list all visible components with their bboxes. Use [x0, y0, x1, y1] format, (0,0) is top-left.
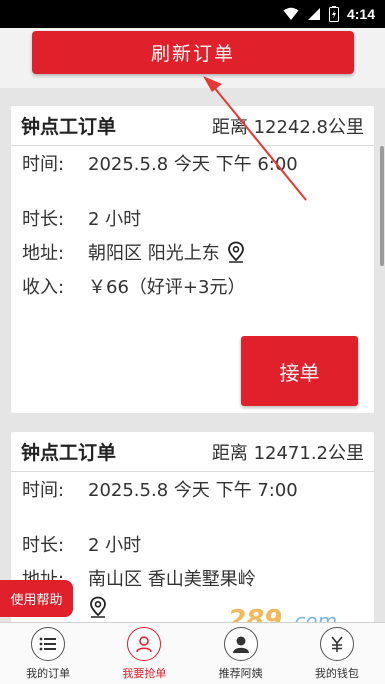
- wifi-icon: [283, 7, 299, 20]
- tab-label: 我的订单: [26, 667, 71, 680]
- status-time: 4:14: [346, 6, 375, 22]
- time-value: 2025.5.8 今天 下午 7:00: [88, 480, 298, 501]
- time-label: 时间:: [22, 480, 65, 501]
- status-bar: 4:14: [0, 0, 385, 28]
- order-distance: 距离 12242.8公里: [211, 116, 364, 138]
- order-time-row: 时间: 2025.5.8 今天 下午 7:00: [11, 478, 374, 528]
- refresh-area: 刷新订单: [0, 28, 385, 88]
- location-pin-icon[interactable]: [226, 241, 246, 263]
- income-label: 收入:: [22, 276, 65, 298]
- duration-value: 2 小时: [88, 534, 142, 556]
- order-title: 钟点工订单: [21, 116, 117, 138]
- time-label: 时间:: [22, 154, 65, 175]
- tab-label: 推荐阿姨: [218, 667, 263, 680]
- tab-label: 我要抢单: [122, 667, 167, 680]
- person-icon: [127, 627, 162, 661]
- income-value: ￥66（好评+3元）: [88, 276, 246, 298]
- order-card: 钟点工订单 距离 12242.8公里 时间: 2025.5.8 今天 下午 6:…: [11, 106, 374, 413]
- accept-order-button[interactable]: 接单: [241, 336, 358, 406]
- wallet-icon: [319, 627, 354, 661]
- worker-icon: [223, 627, 258, 661]
- location-pin-icon[interactable]: [88, 596, 108, 618]
- order-time-row: 时间: 2025.5.8 今天 下午 6:00: [11, 152, 374, 202]
- tab-label: 我的钱包: [314, 667, 359, 680]
- order-list[interactable]: 钟点工订单 距离 12242.8公里 时间: 2025.5.8 今天 下午 6:…: [0, 88, 385, 622]
- bottom-tab-bar: 我的订单 我要抢单 推荐阿姨 我的钱包: [0, 622, 385, 684]
- refresh-orders-button[interactable]: 刷新订单: [32, 31, 354, 74]
- order-duration-row: 时长: 2 小时: [11, 528, 374, 562]
- order-title: 钟点工订单: [21, 442, 117, 464]
- duration-label: 时长:: [22, 534, 65, 556]
- order-distance: 距离 12471.2公里: [211, 442, 364, 464]
- order-card-header: 钟点工订单 距离 12471.2公里: [11, 432, 374, 472]
- address-value: 南山区 香山美墅果岭: [88, 568, 256, 590]
- duration-label: 时长:: [22, 208, 65, 230]
- signal-icon: [307, 8, 320, 20]
- list-icon: [31, 627, 66, 661]
- tab-my-wallet[interactable]: 我的钱包: [289, 623, 385, 684]
- order-card-header: 钟点工订单 距离 12242.8公里: [11, 106, 374, 146]
- battery-charging-icon: [328, 6, 339, 22]
- tab-my-orders[interactable]: 我的订单: [0, 623, 96, 684]
- tab-grab-orders[interactable]: 我要抢单: [96, 623, 192, 684]
- duration-value: 2 小时: [88, 208, 142, 230]
- scrollbar[interactable]: [380, 146, 384, 266]
- order-address-row: 地址: 朝阳区 阳光上东: [11, 236, 374, 270]
- tab-recommend-aunt[interactable]: 推荐阿姨: [193, 623, 289, 684]
- time-value: 2025.5.8 今天 下午 6:00: [88, 154, 298, 175]
- help-button[interactable]: 使用帮助: [0, 580, 73, 617]
- order-duration-row: 时长: 2 小时: [11, 202, 374, 236]
- address-label: 地址:: [22, 242, 65, 264]
- order-income-row: 收入: ￥66（好评+3元）: [11, 270, 374, 304]
- address-value: 朝阳区 阳光上东: [88, 242, 220, 264]
